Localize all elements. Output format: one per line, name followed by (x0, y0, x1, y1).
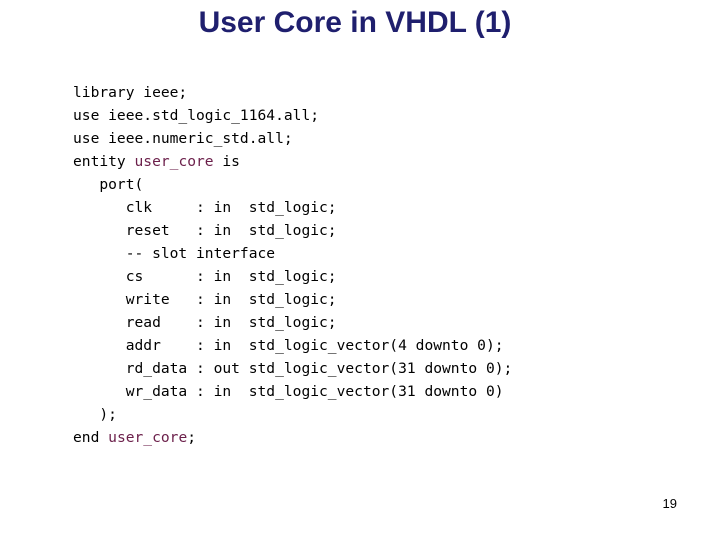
code-line-port-open: port( (73, 173, 512, 196)
code-line-port-addr: addr : in std_logic_vector(4 downto 0); (73, 334, 512, 357)
code-line-end-entity: end user_core; (73, 426, 512, 449)
vhdl-code-block: library ieee; use ieee.std_logic_1164.all… (73, 81, 512, 449)
code-text: addr : in std_logic_vector(4 downto 0); (73, 337, 504, 354)
code-line-port-wr-data: wr_data : in std_logic_vector(31 downto … (73, 380, 512, 403)
code-line-port-reset: reset : in std_logic; (73, 219, 512, 242)
code-identifier: user_core (108, 429, 188, 446)
code-line-use-std-logic: use ieee.std_logic_1164.all; (73, 104, 512, 127)
code-text: rd_data : out std_logic_vector(31 downto… (73, 360, 513, 377)
code-text: ; (187, 429, 197, 446)
page-number: 19 (662, 496, 677, 511)
code-line-entity-declaration: entity user_core is (73, 150, 512, 173)
slide-title: User Core in VHDL (1) (198, 6, 512, 39)
code-text: use ieee.std_logic_1164.all; (73, 107, 320, 124)
code-identifier: user_core (134, 153, 214, 170)
code-text: -- slot interface (73, 245, 276, 262)
code-line-port-rd-data: rd_data : out std_logic_vector(31 downto… (73, 357, 513, 380)
code-text: library ieee; (73, 84, 188, 101)
code-text: entity (73, 153, 135, 170)
code-line-comment: -- slot interface (73, 242, 512, 265)
code-text: is (213, 153, 240, 170)
code-text: cs : in std_logic; (73, 268, 337, 285)
code-line-port-clk: clk : in std_logic; (73, 196, 512, 219)
code-text: write : in std_logic; (73, 291, 337, 308)
code-text: reset : in std_logic; (73, 222, 337, 239)
code-line-port-write: write : in std_logic; (73, 288, 512, 311)
code-line-port-read: read : in std_logic; (73, 311, 512, 334)
code-text: clk : in std_logic; (73, 199, 337, 216)
code-line-library: library ieee; (73, 81, 512, 104)
code-text: wr_data : in std_logic_vector(31 downto … (73, 383, 504, 400)
code-text: end (73, 429, 109, 446)
code-line-use-numeric-std: use ieee.numeric_std.all; (73, 127, 512, 150)
code-line-port-cs: cs : in std_logic; (73, 265, 512, 288)
code-text: read : in std_logic; (73, 314, 337, 331)
code-text: ); (73, 406, 117, 423)
code-line-port-close: ); (73, 403, 512, 426)
code-text: use ieee.numeric_std.all; (73, 130, 293, 147)
code-text: port( (73, 176, 144, 193)
